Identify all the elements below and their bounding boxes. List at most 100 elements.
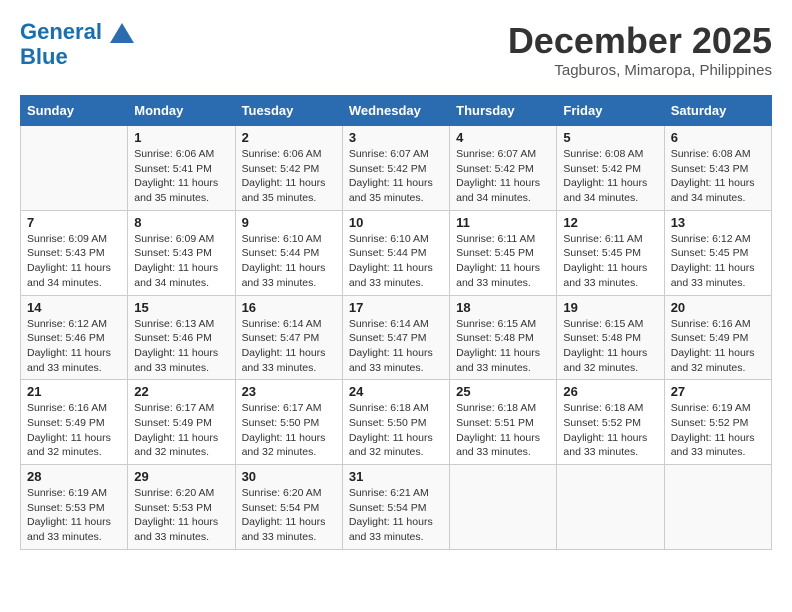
day-info: Sunrise: 6:17 AMSunset: 5:50 PMDaylight:… xyxy=(242,401,336,460)
day-info: Sunrise: 6:21 AMSunset: 5:54 PMDaylight:… xyxy=(349,486,443,545)
day-info: Sunrise: 6:16 AMSunset: 5:49 PMDaylight:… xyxy=(671,317,765,376)
weekday-header: Tuesday xyxy=(235,96,342,126)
calendar-cell: 5Sunrise: 6:08 AMSunset: 5:42 PMDaylight… xyxy=(557,126,664,211)
day-number: 30 xyxy=(242,469,336,484)
calendar-cell: 12 Sunrise: 6:11 AMSunset: 5:45 PMDayligh… xyxy=(557,210,664,295)
calendar-cell: 16Sunrise: 6:14 AMSunset: 5:47 PMDayligh… xyxy=(235,295,342,380)
calendar-cell: 6 Sunrise: 6:08 AMSunset: 5:43 PMDaylight… xyxy=(664,126,771,211)
day-info: Sunrise: 6:10 AMSunset: 5:44 PMDaylight:… xyxy=(242,232,336,291)
day-info: Sunrise: 6:08 AMSunset: 5:43 PMDaylight:… xyxy=(671,147,765,206)
calendar-cell: 18Sunrise: 6:15 AMSunset: 5:48 PMDayligh… xyxy=(450,295,557,380)
calendar-cell xyxy=(664,465,771,550)
calendar-cell: 2 Sunrise: 6:06 AMSunset: 5:42 PMDaylight… xyxy=(235,126,342,211)
calendar-cell: 24Sunrise: 6:18 AMSunset: 5:50 PMDayligh… xyxy=(342,380,449,465)
day-number: 27 xyxy=(671,384,765,399)
day-info: Sunrise: 6:19 AMSunset: 5:53 PMDaylight:… xyxy=(27,486,121,545)
day-info: Sunrise: 6:17 AMSunset: 5:49 PMDaylight:… xyxy=(134,401,228,460)
calendar-body: 1 Sunrise: 6:06 AMSunset: 5:41 PMDaylight… xyxy=(21,126,772,550)
day-number: 22 xyxy=(134,384,228,399)
calendar-week-row: 28 Sunrise: 6:19 AMSunset: 5:53 PMDayligh… xyxy=(21,465,772,550)
header-row: SundayMondayTuesdayWednesdayThursdayFrid… xyxy=(21,96,772,126)
logo-icon xyxy=(110,21,134,45)
day-info: Sunrise: 6:06 AMSunset: 5:41 PMDaylight:… xyxy=(134,147,228,206)
day-number: 28 xyxy=(27,469,121,484)
day-number: 4 xyxy=(456,130,550,145)
calendar-cell: 10 Sunrise: 6:10 AMSunset: 5:44 PMDayligh… xyxy=(342,210,449,295)
day-info: Sunrise: 6:09 AMSunset: 5:43 PMDaylight:… xyxy=(134,232,228,291)
day-number: 5 xyxy=(563,130,657,145)
calendar-header: SundayMondayTuesdayWednesdayThursdayFrid… xyxy=(21,96,772,126)
day-number: 1 xyxy=(134,130,228,145)
calendar-week-row: 21 Sunrise: 6:16 AMSunset: 5:49 PMDayligh… xyxy=(21,380,772,465)
day-number: 10 xyxy=(349,215,443,230)
day-info: Sunrise: 6:15 AMSunset: 5:48 PMDaylight:… xyxy=(563,317,657,376)
day-info: Sunrise: 6:09 AMSunset: 5:43 PMDaylight:… xyxy=(27,232,121,291)
day-info: Sunrise: 6:16 AMSunset: 5:49 PMDaylight:… xyxy=(27,401,121,460)
day-info: Sunrise: 6:11 AMSunset: 5:45 PMDaylight:… xyxy=(456,232,550,291)
logo-blue: Blue xyxy=(20,44,68,69)
calendar-cell: 26Sunrise: 6:18 AMSunset: 5:52 PMDayligh… xyxy=(557,380,664,465)
day-number: 21 xyxy=(27,384,121,399)
calendar-cell: 7 Sunrise: 6:09 AMSunset: 5:43 PMDaylight… xyxy=(21,210,128,295)
weekday-header: Monday xyxy=(128,96,235,126)
calendar-table: SundayMondayTuesdayWednesdayThursdayFrid… xyxy=(20,95,772,550)
weekday-header: Sunday xyxy=(21,96,128,126)
day-info: Sunrise: 6:19 AMSunset: 5:52 PMDaylight:… xyxy=(671,401,765,460)
calendar-cell xyxy=(557,465,664,550)
day-info: Sunrise: 6:12 AMSunset: 5:46 PMDaylight:… xyxy=(27,317,121,376)
day-info: Sunrise: 6:18 AMSunset: 5:50 PMDaylight:… xyxy=(349,401,443,460)
day-number: 3 xyxy=(349,130,443,145)
calendar-cell: 1 Sunrise: 6:06 AMSunset: 5:41 PMDaylight… xyxy=(128,126,235,211)
calendar-cell: 25Sunrise: 6:18 AMSunset: 5:51 PMDayligh… xyxy=(450,380,557,465)
calendar-cell xyxy=(21,126,128,211)
day-number: 16 xyxy=(242,300,336,315)
calendar-cell: 13 Sunrise: 6:12 AMSunset: 5:45 PMDayligh… xyxy=(664,210,771,295)
calendar-cell: 31 Sunrise: 6:21 AMSunset: 5:54 PMDayligh… xyxy=(342,465,449,550)
day-number: 12 xyxy=(563,215,657,230)
location: Tagburos, Mimaropa, Philippines xyxy=(508,62,772,79)
calendar-cell: 29Sunrise: 6:20 AMSunset: 5:53 PMDayligh… xyxy=(128,465,235,550)
day-number: 20 xyxy=(671,300,765,315)
weekday-header: Wednesday xyxy=(342,96,449,126)
day-info: Sunrise: 6:12 AMSunset: 5:45 PMDaylight:… xyxy=(671,232,765,291)
day-number: 26 xyxy=(563,384,657,399)
day-number: 2 xyxy=(242,130,336,145)
day-info: Sunrise: 6:13 AMSunset: 5:46 PMDaylight:… xyxy=(134,317,228,376)
calendar-cell: 21 Sunrise: 6:16 AMSunset: 5:49 PMDayligh… xyxy=(21,380,128,465)
day-number: 19 xyxy=(563,300,657,315)
weekday-header: Saturday xyxy=(664,96,771,126)
calendar-week-row: 7 Sunrise: 6:09 AMSunset: 5:43 PMDaylight… xyxy=(21,210,772,295)
title-area: December 2025 Tagburos, Mimaropa, Philip… xyxy=(508,20,772,79)
day-number: 25 xyxy=(456,384,550,399)
calendar-cell: 9 Sunrise: 6:10 AMSunset: 5:44 PMDaylight… xyxy=(235,210,342,295)
calendar-cell: 14Sunrise: 6:12 AMSunset: 5:46 PMDayligh… xyxy=(21,295,128,380)
calendar-cell: 17Sunrise: 6:14 AMSunset: 5:47 PMDayligh… xyxy=(342,295,449,380)
day-number: 6 xyxy=(671,130,765,145)
calendar-cell: 11 Sunrise: 6:11 AMSunset: 5:45 PMDayligh… xyxy=(450,210,557,295)
month-title: December 2025 xyxy=(508,20,772,62)
weekday-header: Thursday xyxy=(450,96,557,126)
day-info: Sunrise: 6:07 AMSunset: 5:42 PMDaylight:… xyxy=(456,147,550,206)
calendar-week-row: 14Sunrise: 6:12 AMSunset: 5:46 PMDayligh… xyxy=(21,295,772,380)
day-number: 23 xyxy=(242,384,336,399)
day-info: Sunrise: 6:14 AMSunset: 5:47 PMDaylight:… xyxy=(349,317,443,376)
day-number: 11 xyxy=(456,215,550,230)
calendar-cell: 22 Sunrise: 6:17 AMSunset: 5:49 PMDayligh… xyxy=(128,380,235,465)
calendar-cell: 27 Sunrise: 6:19 AMSunset: 5:52 PMDayligh… xyxy=(664,380,771,465)
day-info: Sunrise: 6:10 AMSunset: 5:44 PMDaylight:… xyxy=(349,232,443,291)
calendar-cell: 4 Sunrise: 6:07 AMSunset: 5:42 PMDaylight… xyxy=(450,126,557,211)
day-info: Sunrise: 6:11 AMSunset: 5:45 PMDaylight:… xyxy=(563,232,657,291)
day-number: 13 xyxy=(671,215,765,230)
day-number: 18 xyxy=(456,300,550,315)
page-header: General Blue December 2025 Tagburos, Mim… xyxy=(20,20,772,79)
day-info: Sunrise: 6:06 AMSunset: 5:42 PMDaylight:… xyxy=(242,147,336,206)
calendar-cell: 15Sunrise: 6:13 AMSunset: 5:46 PMDayligh… xyxy=(128,295,235,380)
day-number: 9 xyxy=(242,215,336,230)
day-number: 7 xyxy=(27,215,121,230)
calendar-cell: 20 Sunrise: 6:16 AMSunset: 5:49 PMDayligh… xyxy=(664,295,771,380)
calendar-cell: 28 Sunrise: 6:19 AMSunset: 5:53 PMDayligh… xyxy=(21,465,128,550)
logo-general: General xyxy=(20,19,102,44)
day-number: 31 xyxy=(349,469,443,484)
day-info: Sunrise: 6:20 AMSunset: 5:54 PMDaylight:… xyxy=(242,486,336,545)
calendar-cell xyxy=(450,465,557,550)
